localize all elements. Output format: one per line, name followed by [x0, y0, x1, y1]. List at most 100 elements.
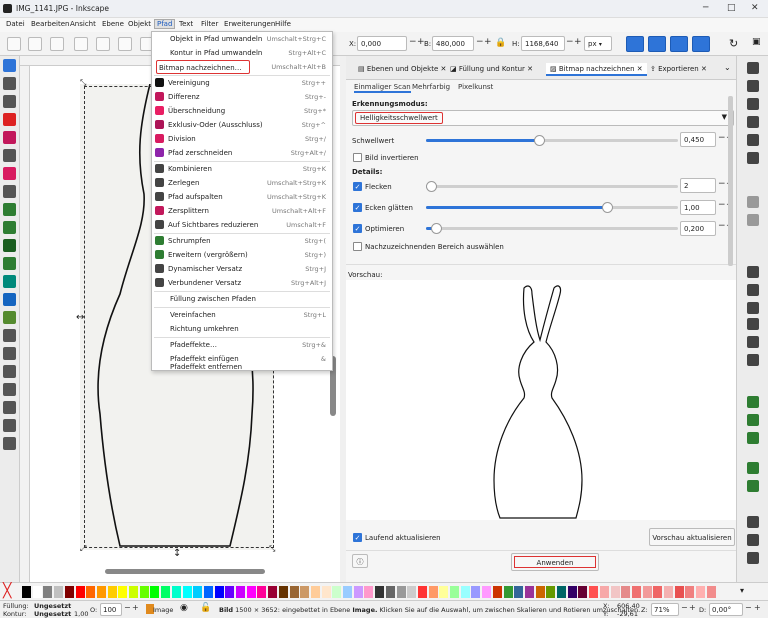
select-same-icon[interactable] [28, 37, 42, 51]
subtab-pixel-art[interactable]: Pixelkunst [458, 83, 493, 91]
color-swatch[interactable] [96, 586, 106, 598]
tab-close-icon[interactable]: ✕ [527, 65, 533, 73]
speckles-field[interactable]: 2 [680, 178, 716, 193]
flip-horizontal-icon[interactable] [96, 37, 110, 51]
scale-stroke-icon[interactable] [626, 36, 644, 52]
menu-item-trace-bitmap[interactable]: Bitmap nachzeichnen… [156, 60, 250, 74]
zoom-drawing-icon[interactable] [747, 336, 759, 348]
color-swatch[interactable] [621, 586, 631, 598]
lock-icon[interactable]: 🔒 [495, 38, 506, 48]
transform-gradient-icon[interactable] [670, 36, 688, 52]
color-swatch[interactable] [118, 586, 128, 598]
color-swatch[interactable] [300, 586, 310, 598]
optimize-slider[interactable] [426, 227, 678, 230]
color-swatch[interactable] [685, 586, 695, 598]
width-field[interactable]: 480,000 [432, 36, 474, 51]
tweak-tool-icon[interactable] [3, 95, 16, 108]
menu-item-reverse[interactable]: Richtung umkehren [152, 322, 332, 336]
zoom-decrement[interactable]: − [681, 603, 688, 612]
color-swatch[interactable] [578, 586, 588, 598]
menu-item-dynamic-offset[interactable]: Dynamischer Versatz Strg+J [152, 262, 332, 276]
optimize-decrement[interactable]: − [718, 221, 726, 231]
mesh-tool-icon[interactable] [3, 293, 16, 306]
menu-item-stroke-to-path[interactable]: Kontur in Pfad umwandeln Strg+Alt+C [152, 46, 332, 60]
measure-tool-icon[interactable] [3, 401, 16, 414]
unlink-clone-icon[interactable] [747, 432, 759, 444]
fill-value[interactable]: Ungesetzt [34, 602, 71, 610]
trace-area-checkbox[interactable] [353, 242, 362, 251]
color-swatch[interactable] [310, 586, 320, 598]
ungroup-icon[interactable] [747, 480, 759, 492]
menu-item-intersection[interactable]: Überschneidung Strg+* [152, 104, 332, 118]
print-icon[interactable] [747, 116, 759, 128]
menu-item-inset[interactable]: Schrumpfen Strg+( [152, 234, 332, 248]
color-swatch[interactable] [546, 586, 556, 598]
height-decrement[interactable]: − [566, 37, 574, 47]
panel-scrollbar[interactable] [728, 96, 733, 266]
smooth-corners-field[interactable]: 1,00 [680, 200, 716, 215]
color-swatch[interactable] [503, 586, 513, 598]
optimize-slider-thumb[interactable] [431, 223, 443, 234]
color-swatch[interactable] [343, 586, 352, 598]
color-swatch[interactable] [567, 586, 577, 598]
scale-handle-bottom-icon[interactable]: ↕ [173, 548, 181, 559]
color-swatch[interactable] [524, 586, 534, 598]
close-button[interactable]: ✕ [751, 3, 759, 13]
color-swatch[interactable] [364, 586, 374, 598]
optimize-field[interactable]: 0,200 [680, 221, 716, 236]
duplicate-icon[interactable] [747, 396, 759, 408]
threshold-slider-thumb[interactable] [534, 135, 546, 146]
color-swatch[interactable] [514, 586, 524, 598]
menu-item-path-effects[interactable]: Pfadeffekte… Strg+& [152, 338, 332, 352]
deselect-icon[interactable] [50, 37, 64, 51]
color-swatch[interactable] [64, 586, 74, 598]
calligraphy-tool-icon[interactable] [3, 239, 16, 252]
menu-item-division[interactable]: Division Strg+/ [152, 132, 332, 146]
optimize-checkbox[interactable]: ✓ [353, 224, 362, 233]
color-swatch[interactable] [182, 586, 192, 598]
live-update-checkbox[interactable]: ✓ [353, 533, 362, 542]
color-swatch[interactable] [589, 586, 599, 598]
dropper-tool-icon[interactable] [3, 311, 16, 324]
color-swatch[interactable] [129, 586, 138, 598]
color-swatch[interactable] [43, 586, 53, 598]
color-swatch[interactable] [278, 586, 288, 598]
apply-button[interactable]: Anwenden [511, 553, 599, 571]
color-swatch[interactable] [375, 586, 385, 598]
preferences-icon[interactable] [747, 552, 759, 564]
color-swatch[interactable] [32, 586, 42, 598]
color-swatch[interactable] [171, 586, 181, 598]
star-tool-icon[interactable] [3, 167, 16, 180]
height-increment[interactable]: + [574, 37, 582, 47]
zoom-increment[interactable]: + [689, 603, 696, 612]
vertical-ruler[interactable] [20, 66, 30, 582]
opacity-increment[interactable]: + [132, 603, 139, 612]
menu-item-outset[interactable]: Erweitern (vergrößern) Strg+) [152, 248, 332, 262]
command-palette-icon[interactable]: ▣ [752, 37, 761, 47]
menu-item-flatten[interactable]: Auf Sichtbares reduzieren Umschalt+F [152, 218, 332, 232]
import-icon[interactable] [747, 134, 759, 146]
copy-icon[interactable] [747, 266, 759, 278]
gradient-tool-icon[interactable] [3, 275, 16, 288]
width-decrement[interactable]: − [476, 37, 484, 47]
color-swatch[interactable] [161, 586, 171, 598]
color-swatch[interactable] [396, 586, 406, 598]
color-swatch[interactable] [599, 586, 609, 598]
color-swatch[interactable] [674, 586, 684, 598]
3dbox-tool-icon[interactable] [3, 149, 16, 162]
scale-handle-bottomleft-icon[interactable]: ⤢ [80, 544, 86, 554]
unlock-icon[interactable]: 🔓 [200, 603, 211, 613]
color-swatch[interactable] [482, 586, 492, 598]
menu-ebene[interactable]: Ebene [100, 20, 126, 28]
spray-tool-icon[interactable] [3, 347, 16, 360]
chevron-down-icon[interactable]: ⌄ [724, 63, 731, 72]
color-swatch[interactable] [385, 586, 395, 598]
color-swatch[interactable] [450, 586, 459, 598]
scale-handle-topleft-icon[interactable]: ⤡ [80, 78, 86, 88]
height-field[interactable]: 1168,640 [521, 36, 565, 51]
minimize-button[interactable]: ─ [703, 3, 708, 13]
current-layer[interactable]: Image [153, 606, 173, 614]
menu-item-simplify[interactable]: Vereinfachen Strg+L [152, 308, 332, 322]
rotate-ccw-icon[interactable] [74, 37, 88, 51]
color-swatch[interactable] [289, 586, 299, 598]
